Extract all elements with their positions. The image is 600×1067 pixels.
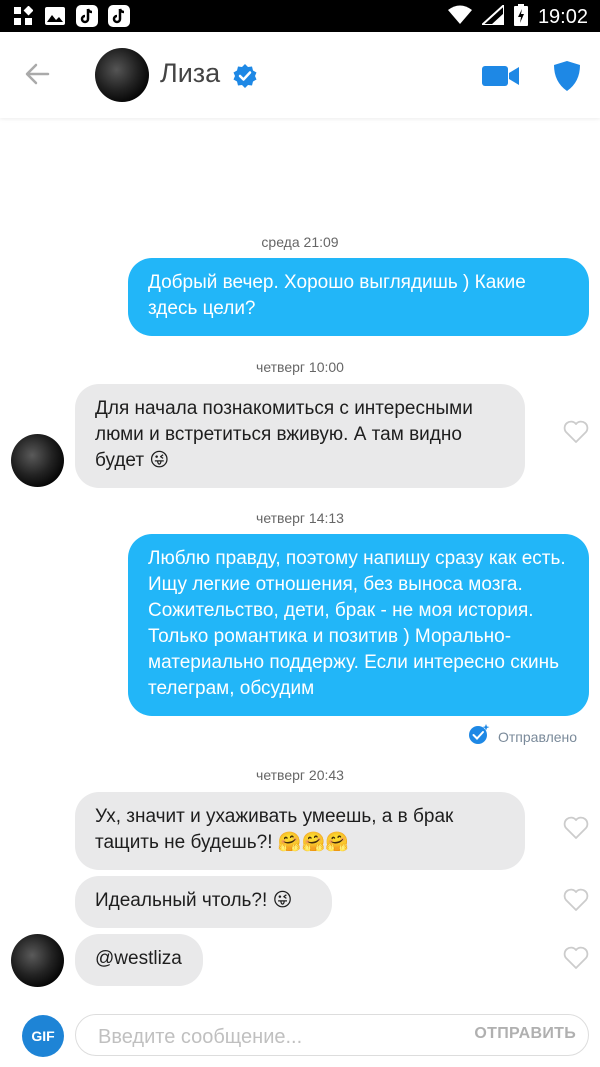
timestamp: среда 21:09 [261,234,339,250]
wink-tongue-emoji: 😜 [149,450,170,471]
heart-icon[interactable] [563,946,589,970]
message-composer: GIF ОТПРАВИТЬ [0,1000,600,1067]
heart-icon[interactable] [563,888,589,912]
incoming-message[interactable]: Идеальный чтоль?! 😜 [75,876,332,928]
incoming-message[interactable]: Для начала познакомиться с интересными л… [75,384,525,488]
hugging-emoji: 🤗🤗🤗 [277,832,349,853]
contact-avatar[interactable] [95,48,149,102]
battery-charging-icon [513,4,528,31]
contact-name[interactable]: Лиза [160,58,220,89]
gif-button[interactable]: GIF [22,1015,64,1057]
apps-grid-icon [12,5,34,27]
message-input[interactable] [96,1023,460,1051]
status-bar: 19:02 [0,0,600,32]
incoming-message[interactable]: @westliza [75,934,203,986]
sent-status: Отправлено [468,723,577,750]
message-text: Ух, значит и ухаживать умеешь, а в брак … [95,806,454,853]
tiktok-icon [108,5,130,27]
contact-avatar-small[interactable] [11,434,64,487]
incoming-message[interactable]: Ух, значит и ухаживать умеешь, а в брак … [75,792,525,870]
wifi-icon [447,5,472,30]
timestamp: четверг 20:43 [256,767,344,783]
heart-icon[interactable] [563,420,589,444]
image-icon [44,5,66,27]
message-text: Люблю правду, поэтому напишу сразу как е… [148,548,566,699]
message-input-container[interactable]: ОТПРАВИТЬ [75,1014,589,1056]
contact-avatar-small[interactable] [11,934,64,987]
sent-check-icon [468,723,490,750]
wink-tongue-emoji: 😜 [272,890,293,911]
message-text: Добрый вечер. Хорошо выглядишь ) Какие з… [148,272,526,319]
outgoing-message[interactable]: Добрый вечер. Хорошо выглядишь ) Какие з… [128,258,589,336]
timestamp: четверг 10:00 [256,359,344,375]
clock: 19:02 [537,6,588,28]
signal-icon [479,2,505,30]
shield-icon[interactable] [553,60,581,92]
tiktok-icon [76,5,98,27]
message-text: @westliza [95,948,182,969]
sent-status-label: Отправлено [498,728,578,745]
back-arrow-icon[interactable] [22,59,52,89]
chat-header: Лиза [0,32,600,118]
message-text: Идеальный чтоль?! [95,890,268,911]
heart-icon[interactable] [563,816,589,840]
video-call-icon[interactable] [481,63,521,89]
timestamp: четверг 14:13 [256,510,344,526]
outgoing-message[interactable]: Люблю правду, поэтому напишу сразу как е… [128,534,589,716]
verified-badge-icon [232,63,258,89]
send-button[interactable]: ОТПРАВИТЬ [474,1025,576,1043]
